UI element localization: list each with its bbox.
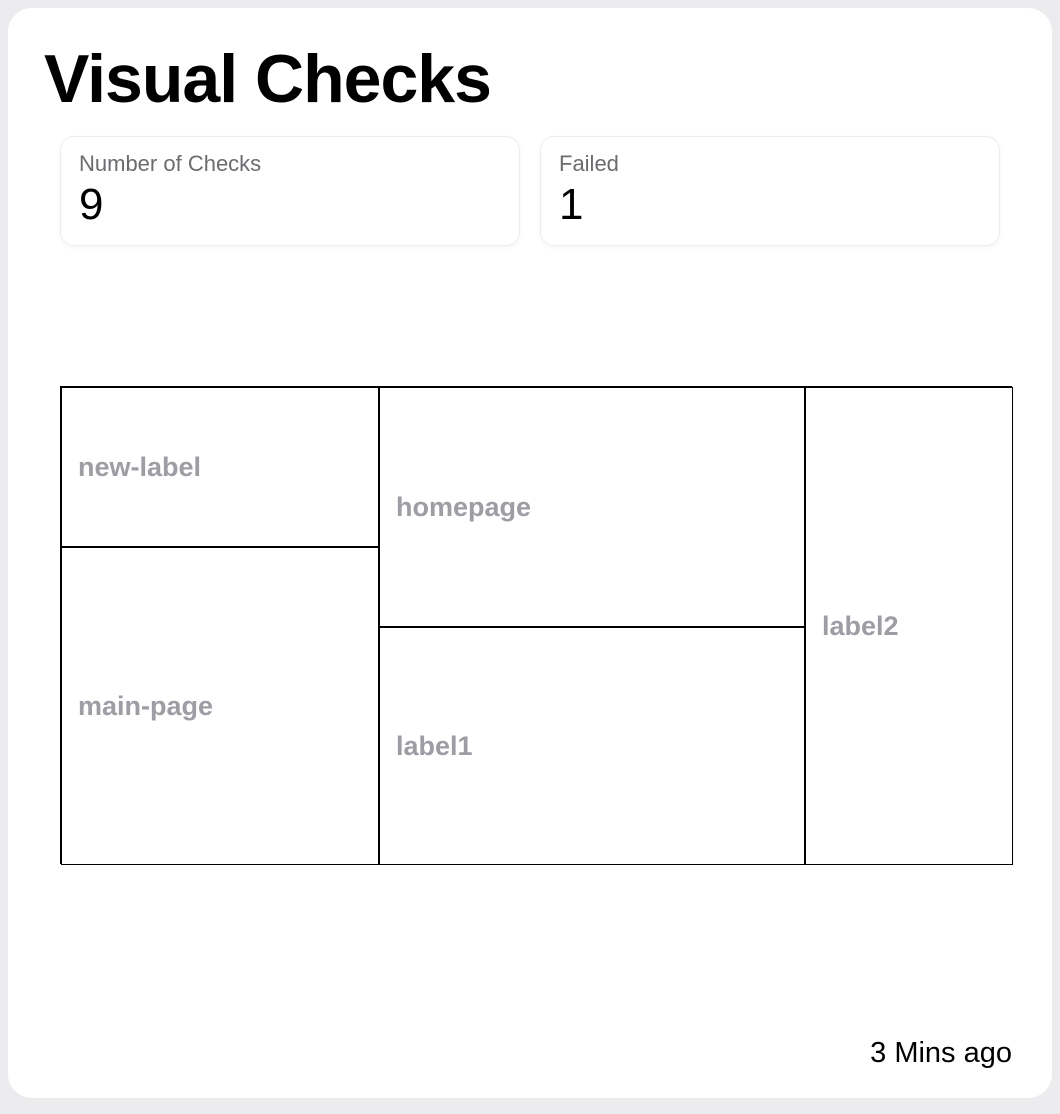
treemap-cell-homepage[interactable]: homepage bbox=[379, 387, 805, 627]
stat-card-failed: Failed 1 bbox=[540, 136, 1000, 246]
timestamp: 3 Mins ago bbox=[870, 1037, 1012, 1070]
treemap-cell-label: homepage bbox=[396, 492, 531, 523]
treemap-cell-label: label2 bbox=[822, 611, 899, 642]
dashboard-card: Visual Checks Number of Checks 9 Failed … bbox=[8, 8, 1052, 1098]
stat-value: 1 bbox=[559, 183, 981, 227]
stat-card-checks: Number of Checks 9 bbox=[60, 136, 520, 246]
treemap-chart: new-label main-page homepage label1 labe… bbox=[60, 386, 1012, 864]
page-title: Visual Checks bbox=[44, 40, 1016, 118]
treemap-cell-label: label1 bbox=[396, 731, 473, 762]
treemap-cell-new-label[interactable]: new-label bbox=[61, 387, 379, 547]
treemap-cell-label: main-page bbox=[78, 691, 213, 722]
stat-label: Number of Checks bbox=[79, 151, 501, 177]
stat-value: 9 bbox=[79, 183, 501, 227]
treemap-cell-label2[interactable]: label2 bbox=[805, 387, 1013, 865]
stat-label: Failed bbox=[559, 151, 981, 177]
treemap-cell-label: new-label bbox=[78, 452, 201, 483]
treemap-cell-label1[interactable]: label1 bbox=[379, 627, 805, 865]
treemap-cell-main-page[interactable]: main-page bbox=[61, 547, 379, 865]
stats-row: Number of Checks 9 Failed 1 bbox=[44, 136, 1016, 246]
